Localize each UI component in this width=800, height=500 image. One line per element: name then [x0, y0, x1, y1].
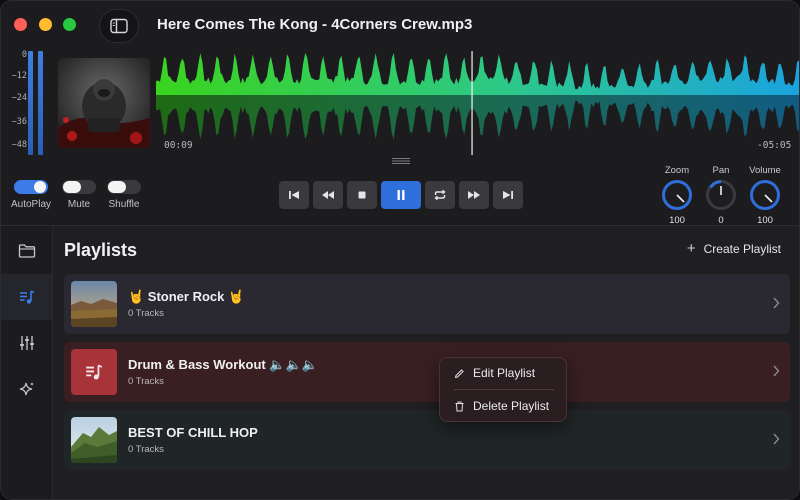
- delete-playlist-menu-item[interactable]: Delete Playlist: [454, 397, 549, 415]
- chevron-right-icon: [773, 365, 780, 377]
- resize-handle-icon[interactable]: [392, 157, 410, 165]
- album-art: [58, 58, 150, 148]
- waveform-display[interactable]: [156, 51, 800, 155]
- volume-knob[interactable]: [749, 179, 781, 211]
- delete-playlist-label: Delete Playlist: [473, 399, 550, 413]
- pencil-icon: [454, 368, 464, 378]
- meter-label: −12: [11, 71, 27, 81]
- app-window: Here Comes The Kong - 4Corners Crew.mp3 …: [0, 0, 800, 500]
- pan-label: Pan: [712, 165, 730, 176]
- volume-knob-group: Volume 100: [745, 165, 785, 226]
- playlist-thumbnail: [71, 349, 117, 395]
- sidebar-toggle-button[interactable]: [99, 9, 139, 43]
- pause-button[interactable]: [381, 181, 421, 209]
- level-meter-scale: 0 −12 −24 −36 −48: [5, 50, 27, 154]
- music-note-icon: [86, 364, 103, 380]
- fast-forward-button[interactable]: [459, 181, 489, 209]
- stop-icon: [358, 191, 366, 199]
- rail-item-effects[interactable]: [1, 366, 52, 412]
- playlist-context-menu: Edit Playlist Delete Playlist: [439, 357, 567, 422]
- rail-item-equalizer[interactable]: [1, 320, 52, 366]
- level-meter-left: [28, 51, 33, 155]
- volume-label: Volume: [749, 165, 781, 176]
- stop-button[interactable]: [347, 181, 377, 209]
- sidebar-icon: [110, 18, 128, 34]
- pause-icon: [397, 190, 405, 200]
- playlist-icon: [19, 290, 34, 304]
- playlist-track-count: 0 Tracks: [128, 376, 164, 387]
- track-title: Here Comes The Kong - 4Corners Crew.mp3: [157, 16, 473, 33]
- zoom-knob[interactable]: [661, 179, 693, 211]
- playlist-row[interactable]: BEST OF CHILL HOP 0 Tracks: [64, 410, 790, 470]
- skip-forward-button[interactable]: [493, 181, 523, 209]
- shuffle-label: Shuffle: [108, 199, 140, 210]
- meter-label: −24: [11, 93, 27, 103]
- skip-back-icon: [289, 191, 299, 199]
- repeat-button[interactable]: [425, 181, 455, 209]
- shuffle-toggle-group: Shuffle: [99, 180, 149, 210]
- level-meter-right: [38, 51, 43, 155]
- playlist-track-count: 0 Tracks: [128, 308, 164, 319]
- playlist-track-count: 0 Tracks: [128, 444, 164, 455]
- rewind-button[interactable]: [313, 181, 343, 209]
- close-window-button[interactable]: [14, 18, 27, 31]
- pan-knob[interactable]: [705, 179, 737, 211]
- skip-forward-icon: [503, 191, 513, 199]
- folder-icon: [18, 244, 35, 258]
- edit-playlist-menu-item[interactable]: Edit Playlist: [454, 364, 535, 382]
- create-playlist-label: Create Playlist: [703, 242, 781, 256]
- page-title: Playlists: [64, 240, 138, 260]
- rail-item-files[interactable]: [1, 228, 52, 274]
- meter-label: −48: [11, 140, 27, 150]
- transport-controls: [279, 181, 523, 209]
- trash-icon: [455, 401, 464, 411]
- remaining-time: -05:05: [757, 140, 792, 151]
- mute-label: Mute: [67, 199, 91, 210]
- menu-separator: [454, 389, 554, 390]
- playlist-row[interactable]: Drum & Bass Workout 🔈🔈🔈 0 Tracks: [64, 342, 790, 402]
- zoom-knob-group: Zoom 100: [657, 165, 697, 226]
- autoplay-toggle[interactable]: [14, 180, 48, 194]
- chevron-right-icon: [773, 297, 780, 309]
- meter-label: −36: [11, 117, 27, 127]
- create-playlist-button[interactable]: + Create Playlist: [686, 240, 781, 257]
- playlists-panel: Playlists + Create Playlist 🤘 Stoner Roc…: [53, 226, 799, 499]
- equalizer-icon: [19, 336, 34, 350]
- navigation-rail: [1, 226, 53, 499]
- playlist-name: 🤘 Stoner Rock 🤘: [128, 289, 245, 304]
- edit-playlist-label: Edit Playlist: [473, 366, 536, 380]
- autoplay-label: AutoPlay: [10, 199, 52, 210]
- playlist-thumbnail: [71, 417, 117, 463]
- title-bar: Here Comes The Kong - 4Corners Crew.mp3: [1, 1, 799, 49]
- mute-toggle[interactable]: [62, 180, 96, 194]
- playlist-thumbnail: [71, 281, 117, 327]
- fast-forward-icon: [468, 191, 480, 199]
- mute-toggle-group: Mute: [54, 180, 104, 210]
- minimize-window-button[interactable]: [39, 18, 52, 31]
- autoplay-toggle-group: AutoPlay: [6, 180, 56, 210]
- playlist-row[interactable]: 🤘 Stoner Rock 🤘 0 Tracks: [64, 274, 790, 334]
- zoom-label: Zoom: [664, 165, 690, 176]
- sparkle-icon: [19, 382, 34, 396]
- plus-icon: +: [686, 240, 696, 257]
- pan-knob-group: Pan 0: [701, 165, 741, 226]
- playlist-name: BEST OF CHILL HOP: [128, 425, 258, 440]
- elapsed-time: 00:09: [164, 140, 193, 151]
- meter-label: 0: [21, 50, 27, 60]
- chevron-right-icon: [773, 433, 780, 445]
- playlist-name: Drum & Bass Workout 🔈🔈🔈: [128, 357, 318, 372]
- zoom-window-button[interactable]: [63, 18, 76, 31]
- skip-back-button[interactable]: [279, 181, 309, 209]
- repeat-icon: [434, 189, 446, 201]
- shuffle-toggle[interactable]: [107, 180, 141, 194]
- rail-item-playlists[interactable]: [1, 274, 52, 320]
- rewind-icon: [322, 191, 334, 199]
